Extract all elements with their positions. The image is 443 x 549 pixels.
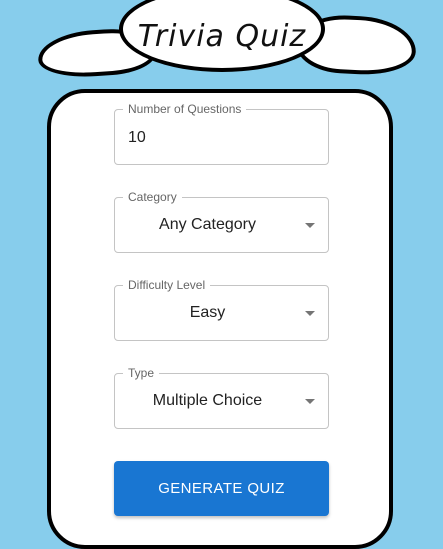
chevron-down-icon[interactable] [305, 399, 315, 404]
chevron-down-icon[interactable] [305, 223, 315, 228]
page-title: Trivia Quiz [137, 18, 307, 54]
difficulty-select[interactable]: Difficulty Level Easy [114, 278, 329, 341]
number-of-questions-value[interactable]: 10 [128, 128, 146, 148]
category-value: Any Category [159, 216, 256, 233]
chevron-down-icon[interactable] [305, 311, 315, 316]
number-of-questions-label: Number of Questions [123, 102, 247, 116]
category-select[interactable]: Category Any Category [114, 190, 329, 253]
type-label: Type [123, 366, 160, 380]
type-value: Multiple Choice [152, 392, 263, 409]
difficulty-label: Difficulty Level [123, 278, 211, 292]
number-of-questions-field[interactable]: Number of Questions 10 [114, 102, 329, 165]
difficulty-value: Easy [189, 304, 226, 321]
generate-quiz-button[interactable]: GENERATE QUIZ [114, 461, 329, 516]
type-select[interactable]: Type Multiple Choice [114, 366, 329, 429]
category-label: Category [123, 190, 182, 204]
